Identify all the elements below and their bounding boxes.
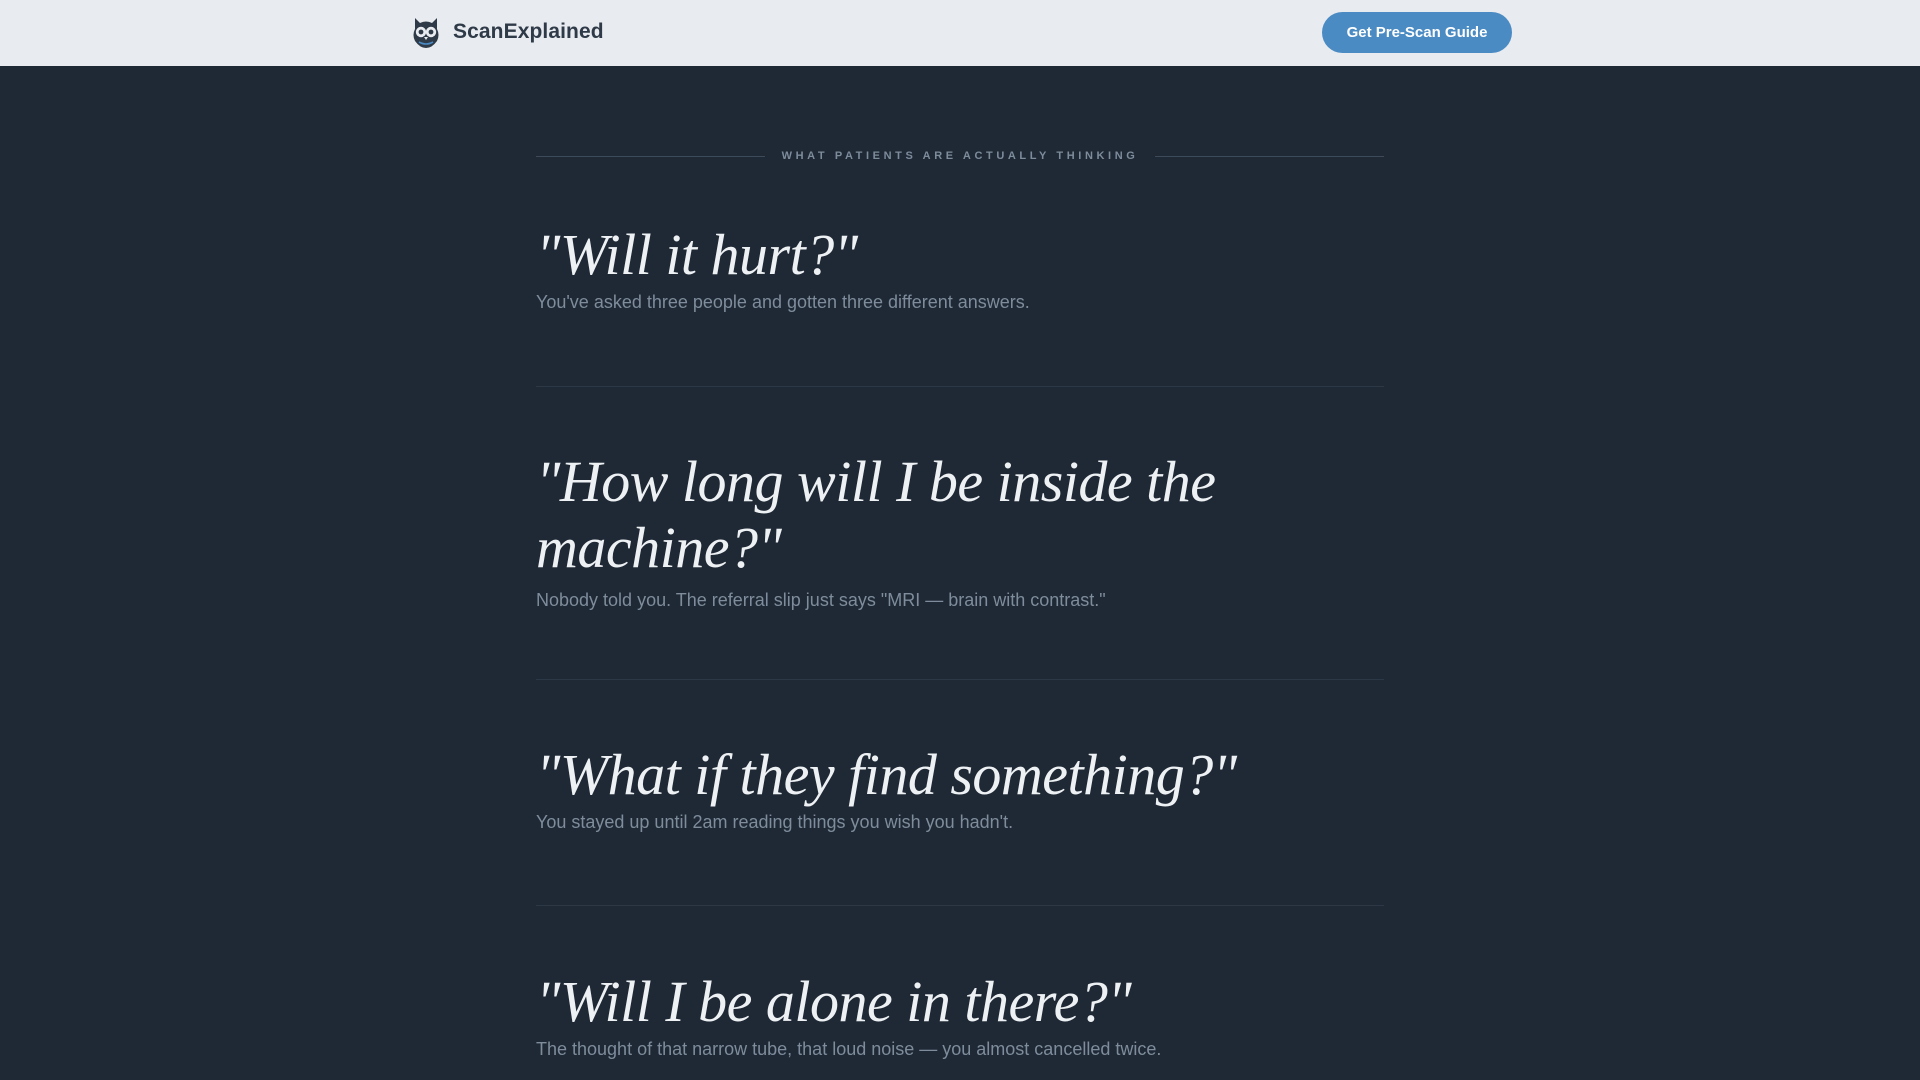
brand-name: ScanExplained	[453, 20, 604, 43]
thought-quote: "Will I be alone in there?"	[536, 969, 1132, 1034]
thought-quote: "How long will I be inside the machine?"	[536, 449, 1216, 580]
thought-quote: "What if they find something?"	[536, 742, 1237, 807]
brand[interactable]: ScanExplained	[410, 14, 604, 50]
thought-item: "How long will I be inside the machine?"…	[536, 449, 1384, 612]
thought-item: "What if they find something?" You staye…	[536, 742, 1384, 834]
eyebrow-rule-left	[536, 155, 765, 157]
eyebrow-label: WHAT PATIENTS ARE ACTUALLY THINKING	[781, 150, 1139, 162]
thought-item: "Will it hurt?" You've asked three peopl…	[536, 222, 1384, 314]
thought-description: You've asked three people and gotten thr…	[536, 292, 1030, 312]
thought-description: The thought of that narrow tube, that lo…	[536, 1039, 1162, 1059]
thought-description: You stayed up until 2am reading things y…	[536, 812, 1014, 832]
thought-item: "Will I be alone in there?" The thought …	[536, 969, 1384, 1061]
owl-logo-icon	[410, 15, 442, 49]
thought-quote: "Will it hurt?"	[536, 222, 858, 287]
get-pre-scan-guide-button[interactable]: Get Pre-Scan Guide	[1322, 12, 1512, 53]
thought-divider	[536, 679, 1384, 680]
thought-divider	[536, 386, 1384, 387]
eyebrow-rule-right	[1155, 155, 1385, 157]
thought-divider	[536, 905, 1384, 906]
section-eyebrow: WHAT PATIENTS ARE ACTUALLY THINKING	[536, 144, 1385, 168]
thought-description: Nobody told you. The referral slip just …	[536, 590, 1106, 610]
top-navigation-bar: ScanExplained Get Pre-Scan Guide	[0, 0, 1920, 66]
